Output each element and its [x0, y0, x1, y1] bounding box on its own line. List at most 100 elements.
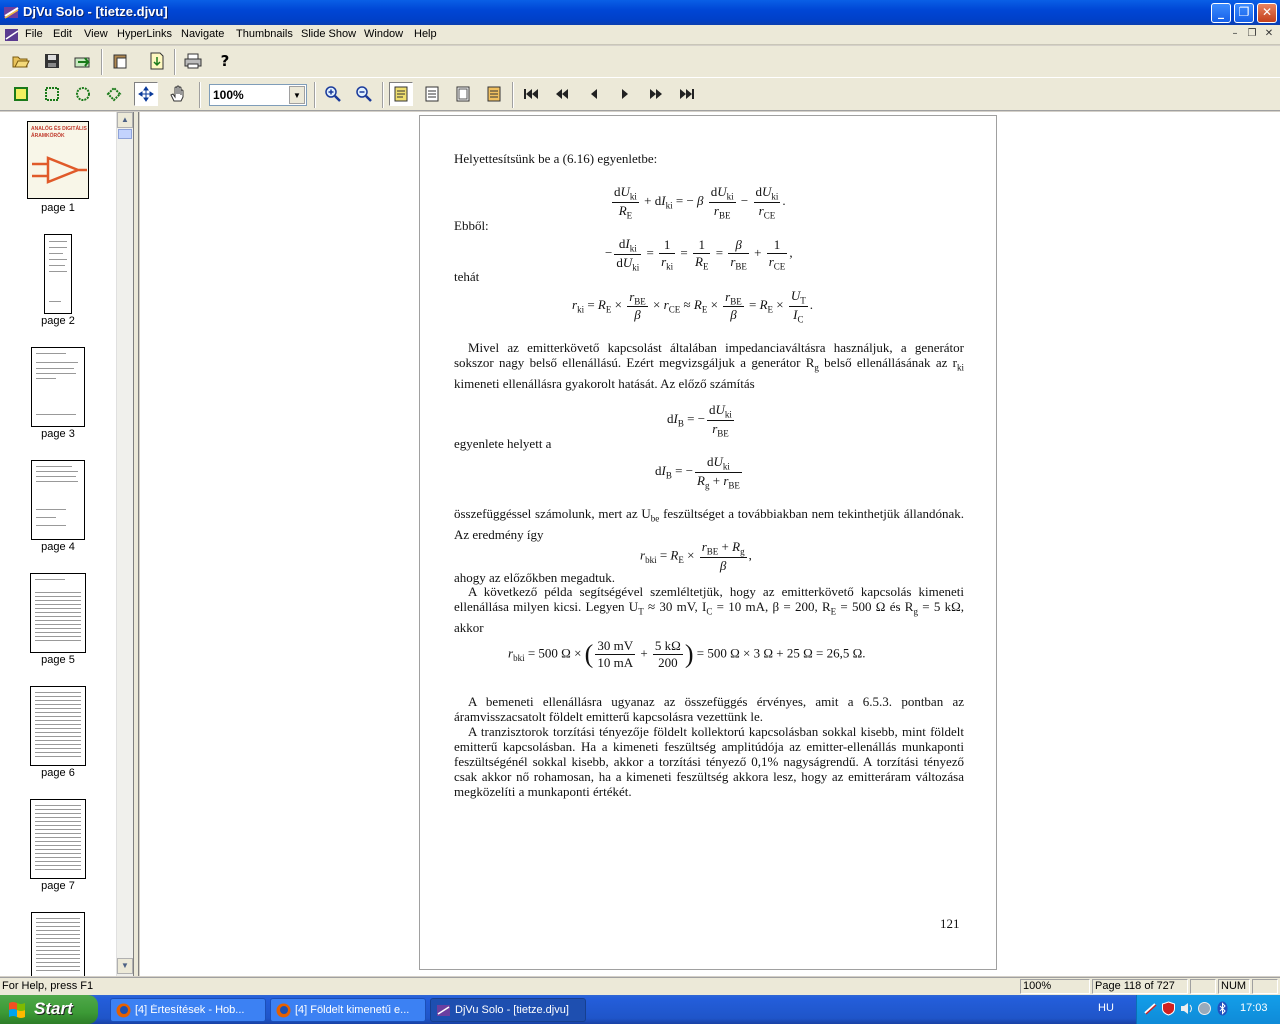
single-page-button[interactable]: [389, 82, 413, 106]
menu-thumbnails[interactable]: Thumbnails: [236, 28, 293, 40]
thumbnail-page-8[interactable]: [31, 912, 85, 976]
select-page-icon: [14, 87, 28, 101]
cover-amplifier-graphic: [32, 156, 87, 184]
continuous-icon: [487, 86, 501, 102]
paragraph-4: A bemeneti ellenállásra ugyanaz az össze…: [454, 694, 964, 724]
bluetooth-icon[interactable]: [1215, 1001, 1230, 1016]
firefox-icon: [276, 1003, 291, 1018]
zoom-in-icon: [325, 86, 341, 102]
hand-button[interactable]: [166, 82, 190, 106]
toolbar-separator: [382, 82, 384, 108]
paste-button[interactable]: [108, 49, 132, 73]
thumbnail-page-3[interactable]: [31, 347, 85, 427]
select-ellipse-button[interactable]: [71, 82, 95, 106]
status-page: Page 118 of 727: [1092, 979, 1188, 994]
thumbnail-page-5[interactable]: [30, 573, 86, 653]
print-button[interactable]: [181, 49, 205, 73]
back-button[interactable]: [550, 82, 574, 106]
minimize-button[interactable]: _: [1211, 3, 1231, 23]
prev-page-button[interactable]: [582, 82, 606, 106]
restore-button[interactable]: ❐: [1234, 3, 1254, 23]
mdi-minimize-button[interactable]: –: [1228, 28, 1242, 41]
panel-splitter[interactable]: [134, 112, 139, 976]
scroll-down-icon[interactable]: ▼: [117, 958, 133, 974]
fit-page-button[interactable]: [451, 82, 475, 106]
chevron-down-icon[interactable]: ▼: [289, 86, 305, 104]
djvu-app-icon[interactable]: [3, 4, 20, 21]
equation-7: rbki = 500 Ω × (30 mV 10 mA + 5 kΩ 200) = …: [508, 638, 866, 670]
select-rect-button[interactable]: [40, 82, 64, 106]
document-menu-icon[interactable]: [4, 27, 20, 43]
text-line: tehát: [454, 269, 480, 284]
clock[interactable]: 17:03: [1240, 1002, 1268, 1014]
thumbnail-page-4[interactable]: [31, 460, 85, 540]
scroll-up-icon[interactable]: ▲: [117, 112, 133, 128]
open-button[interactable]: [9, 49, 33, 73]
menu-hyperlinks[interactable]: HyperLinks: [117, 28, 172, 40]
select-page-button[interactable]: [9, 82, 33, 106]
move-button[interactable]: [134, 82, 158, 106]
status-scroll: [1252, 979, 1278, 994]
forward-button[interactable]: [644, 82, 668, 106]
select-ellipse-icon: [76, 87, 90, 101]
first-page-button[interactable]: [519, 82, 543, 106]
menu-navigate[interactable]: Navigate: [181, 28, 224, 40]
security-shield-icon[interactable]: [1161, 1001, 1176, 1016]
thumbnail-label: page 3: [41, 428, 75, 440]
paragraph-2: összefüggéssel számolunk, mert az Ube fe…: [454, 506, 964, 542]
close-button[interactable]: ✕: [1257, 3, 1277, 23]
export-button[interactable]: [71, 49, 95, 73]
network-icon[interactable]: [1143, 1001, 1158, 1016]
thumbnail-page-7[interactable]: [30, 799, 86, 879]
taskbar-item-firefox-1[interactable]: [4] Értesítések - Hob...: [110, 998, 266, 1022]
select-shape-icon: [106, 86, 122, 102]
thumbnail-page-2[interactable]: [44, 234, 72, 314]
last-page-button[interactable]: [675, 82, 699, 106]
prev-page-icon: [591, 89, 597, 99]
zoom-out-button[interactable]: [352, 82, 376, 106]
help-button[interactable]: ?: [213, 49, 237, 73]
save-button[interactable]: [40, 49, 64, 73]
thumbnail-page-1[interactable]: ANALÓG ÉS DIGITÁLIS ÁRAMKÖRÖK: [27, 121, 89, 199]
thumbnail-page-6[interactable]: [30, 686, 86, 766]
toolbar-separator: [174, 49, 176, 75]
mdi-close-button[interactable]: ✕: [1262, 28, 1276, 41]
taskbar-item-djvu[interactable]: DjVu Solo - [tietze.djvu]: [430, 998, 586, 1022]
next-page-button[interactable]: [613, 82, 637, 106]
zoom-in-button[interactable]: [321, 82, 345, 106]
zoom-select[interactable]: 100% ▼: [209, 84, 307, 106]
menu-window[interactable]: Window: [364, 28, 403, 40]
start-button[interactable]: Start: [0, 995, 98, 1024]
menu-bar: File Edit View HyperLinks Navigate Thumb…: [0, 25, 1280, 45]
toolbar-separator: [314, 82, 316, 108]
taskbar-item-firefox-2[interactable]: [4] Földelt kimenetű e...: [270, 998, 426, 1022]
language-indicator[interactable]: HU: [1098, 1002, 1114, 1014]
paste-icon: [113, 54, 127, 69]
text-line: egyenlete helyett a: [454, 436, 552, 451]
equation-2: − dIki dUki = 1 rki = 1 RE = β rBE + 1 rCE,: [605, 236, 793, 273]
zoom-out-icon: [356, 86, 372, 102]
menu-help[interactable]: Help: [414, 28, 437, 40]
firefox-icon: [116, 1003, 131, 1018]
system-tray: 17:03: [1136, 995, 1280, 1024]
select-shape-button[interactable]: [102, 82, 126, 106]
menu-slide-show[interactable]: Slide Show: [301, 28, 356, 40]
mdi-restore-button[interactable]: ❐: [1245, 28, 1259, 41]
import-button[interactable]: [145, 49, 169, 73]
volume-icon[interactable]: [1179, 1001, 1194, 1016]
thumbnail-panel: ANALÓG ÉS DIGITÁLIS ÁRAMKÖRÖK page 1 pag…: [0, 112, 134, 976]
fit-width-button[interactable]: [420, 82, 444, 106]
menu-file[interactable]: File: [25, 28, 43, 40]
menu-view[interactable]: View: [84, 28, 108, 40]
main-toolbar: ?: [0, 46, 1280, 78]
djvu-app-icon: [437, 1005, 450, 1016]
back-icon: [556, 89, 568, 99]
thumbnail-scrollbar[interactable]: ▲ ▼: [116, 112, 133, 976]
scroll-thumb[interactable]: [118, 129, 132, 139]
continuous-button[interactable]: [482, 82, 506, 106]
device-icon[interactable]: [1197, 1001, 1212, 1016]
document-view[interactable]: Helyettesítsünk be a (6.16) egyenletbe: …: [140, 112, 1280, 976]
window-title: DjVu Solo - [tietze.djvu]: [23, 4, 168, 19]
toolbar-separator: [101, 49, 103, 75]
menu-edit[interactable]: Edit: [53, 28, 72, 40]
